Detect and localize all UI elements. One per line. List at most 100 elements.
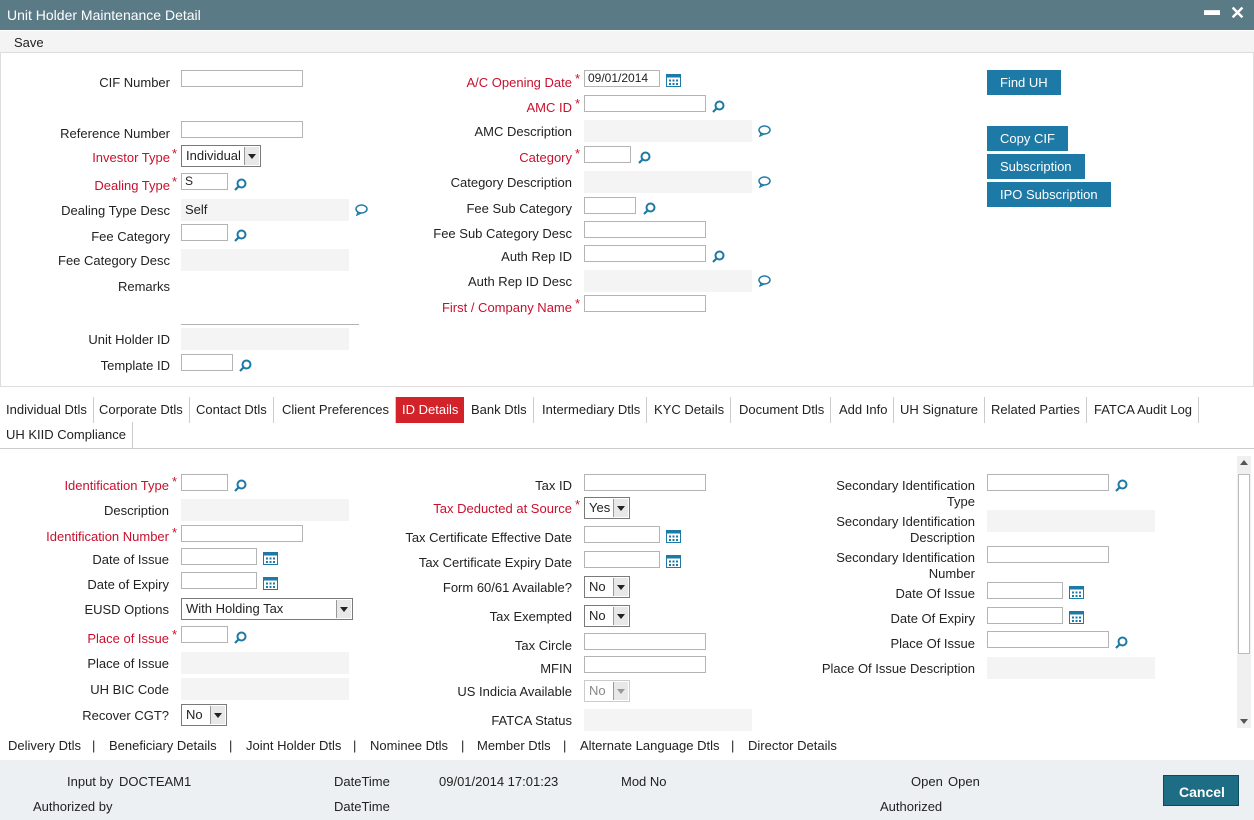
director-details-link[interactable]: Director Details bbox=[748, 738, 837, 753]
copy-cif-button[interactable]: Copy CIF bbox=[987, 126, 1068, 151]
tab-corporate-dtls[interactable]: Corporate Dtls bbox=[93, 397, 190, 423]
secondary-id-type-input[interactable] bbox=[987, 474, 1109, 491]
tab-related-parties[interactable]: Related Parties bbox=[985, 397, 1087, 423]
calendar-icon[interactable] bbox=[263, 577, 278, 590]
scroll-down-icon[interactable] bbox=[1240, 719, 1248, 724]
chat-bubble-icon[interactable] bbox=[355, 204, 368, 216]
tab-individual-dtls[interactable]: Individual Dtls bbox=[0, 397, 94, 423]
calendar-icon[interactable] bbox=[1069, 611, 1084, 624]
required-marker: * bbox=[575, 96, 581, 111]
reference-number-input[interactable] bbox=[181, 121, 303, 138]
calendar-icon[interactable] bbox=[263, 552, 278, 565]
scroll-up-icon[interactable] bbox=[1240, 460, 1248, 465]
place-of-issue-input[interactable] bbox=[181, 626, 228, 643]
tab-kyc-details[interactable]: KYC Details bbox=[648, 397, 732, 423]
calendar-icon[interactable] bbox=[666, 555, 681, 568]
fee-sub-category-input[interactable] bbox=[584, 197, 636, 214]
cif-number-input[interactable] bbox=[181, 70, 303, 87]
search-icon[interactable] bbox=[638, 151, 651, 164]
chat-bubble-icon[interactable] bbox=[758, 125, 771, 137]
tax-deducted-at-source-select[interactable]: Yes bbox=[584, 497, 630, 519]
scroll-thumb[interactable] bbox=[1238, 474, 1250, 654]
eusd-options-label: EUSD Options bbox=[84, 602, 169, 617]
search-icon[interactable] bbox=[234, 631, 247, 644]
calendar-icon[interactable] bbox=[666, 74, 681, 87]
tab-document-dtls[interactable]: Document Dtls bbox=[733, 397, 832, 423]
tax-id-input[interactable] bbox=[584, 474, 706, 491]
input-by-value: DOCTEAM1 bbox=[119, 774, 192, 789]
tab-intermediary-dtls[interactable]: Intermediary Dtls bbox=[536, 397, 648, 423]
calendar-icon[interactable] bbox=[666, 530, 681, 543]
investor-type-select[interactable]: Individual bbox=[181, 145, 261, 167]
minimize-icon[interactable]: ▬ bbox=[1204, 2, 1220, 20]
fatca-status-label: FATCA Status bbox=[491, 713, 572, 728]
fee-sub-category-desc-input[interactable] bbox=[584, 221, 706, 238]
form-6061-select[interactable]: No bbox=[584, 576, 630, 598]
nominee-dtls-link[interactable]: Nominee Dtls bbox=[370, 738, 448, 753]
tab-id-details[interactable]: ID Details bbox=[396, 397, 465, 423]
tab-add-info[interactable]: Add Info bbox=[833, 397, 895, 423]
sec-date-of-expiry-input[interactable] bbox=[987, 607, 1063, 624]
identification-type-input[interactable] bbox=[181, 474, 228, 491]
tax-cert-expiry-date-input[interactable] bbox=[584, 551, 660, 568]
search-icon[interactable] bbox=[643, 202, 656, 215]
search-icon[interactable] bbox=[234, 178, 247, 191]
amc-id-input[interactable] bbox=[584, 95, 706, 112]
joint-holder-dtls-link[interactable]: Joint Holder Dtls bbox=[246, 738, 341, 753]
tax-circle-input[interactable] bbox=[584, 633, 706, 650]
secondary-id-number-input[interactable] bbox=[987, 546, 1109, 563]
sec-date-of-issue-input[interactable] bbox=[987, 582, 1063, 599]
cancel-button[interactable]: Cancel bbox=[1163, 775, 1239, 806]
secondary-id-type-label: Secondary Identification Type bbox=[790, 478, 975, 510]
sec-place-of-issue-input[interactable] bbox=[987, 631, 1109, 648]
tab-contact-dtls[interactable]: Contact Dtls bbox=[190, 397, 274, 423]
search-icon[interactable] bbox=[239, 359, 252, 372]
chat-bubble-icon[interactable] bbox=[758, 275, 771, 287]
dealing-type-input[interactable]: S bbox=[181, 173, 228, 190]
search-icon[interactable] bbox=[1115, 479, 1128, 492]
close-icon[interactable]: ✕ bbox=[1230, 3, 1245, 24]
recover-cgt-select[interactable]: No bbox=[181, 704, 227, 726]
save-button[interactable]: Save bbox=[14, 35, 44, 50]
remarks-textarea[interactable] bbox=[181, 275, 359, 325]
template-id-input[interactable] bbox=[181, 354, 233, 371]
search-icon[interactable] bbox=[1115, 636, 1128, 649]
auth-rep-id-input[interactable] bbox=[584, 245, 706, 262]
record-status-value: Open bbox=[948, 774, 980, 789]
beneficiary-details-link[interactable]: Beneficiary Details bbox=[109, 738, 217, 753]
category-input[interactable] bbox=[584, 146, 631, 163]
date-of-issue-input[interactable] bbox=[181, 548, 257, 565]
search-icon[interactable] bbox=[234, 229, 247, 242]
us-indicia-select[interactable]: No bbox=[584, 680, 630, 702]
delivery-dtls-link[interactable]: Delivery Dtls bbox=[8, 738, 81, 753]
tab-uh-kiid-compliance[interactable]: UH KIID Compliance bbox=[0, 422, 133, 448]
tax-cert-effective-date-input[interactable] bbox=[584, 526, 660, 543]
subscription-button[interactable]: Subscription bbox=[987, 154, 1085, 179]
ipo-subscription-button[interactable]: IPO Subscription bbox=[987, 182, 1111, 207]
vertical-scrollbar[interactable] bbox=[1237, 456, 1251, 728]
search-icon[interactable] bbox=[234, 479, 247, 492]
first-company-name-input[interactable] bbox=[584, 295, 706, 312]
tax-id-label: Tax ID bbox=[535, 478, 572, 493]
search-icon[interactable] bbox=[712, 100, 725, 113]
date-of-expiry-input[interactable] bbox=[181, 572, 257, 589]
mfin-input[interactable] bbox=[584, 656, 706, 673]
alternate-language-dtls-link[interactable]: Alternate Language Dtls bbox=[580, 738, 719, 753]
identification-number-input[interactable] bbox=[181, 525, 303, 542]
tax-exempted-select[interactable]: No bbox=[584, 605, 630, 627]
auth-rep-id-desc-value bbox=[584, 270, 752, 292]
search-icon[interactable] bbox=[712, 250, 725, 263]
chat-bubble-icon[interactable] bbox=[758, 176, 771, 188]
tax-exempted-value: No bbox=[589, 608, 606, 623]
tab-bank-dtls[interactable]: Bank Dtls bbox=[465, 397, 534, 423]
mod-no-label: Mod No bbox=[621, 774, 667, 789]
tab-uh-signature[interactable]: UH Signature bbox=[894, 397, 986, 423]
tab-fatca-audit-log[interactable]: FATCA Audit Log bbox=[1088, 397, 1200, 423]
eusd-options-select[interactable]: With Holding Tax bbox=[181, 598, 353, 620]
calendar-icon[interactable] bbox=[1069, 586, 1084, 599]
tab-client-preferences[interactable]: Client Preferences bbox=[276, 397, 396, 423]
fee-category-input[interactable] bbox=[181, 224, 228, 241]
find-uh-button[interactable]: Find UH bbox=[987, 70, 1061, 95]
ac-opening-date-input[interactable]: 09/01/2014 bbox=[584, 70, 660, 87]
member-dtls-link[interactable]: Member Dtls bbox=[477, 738, 551, 753]
